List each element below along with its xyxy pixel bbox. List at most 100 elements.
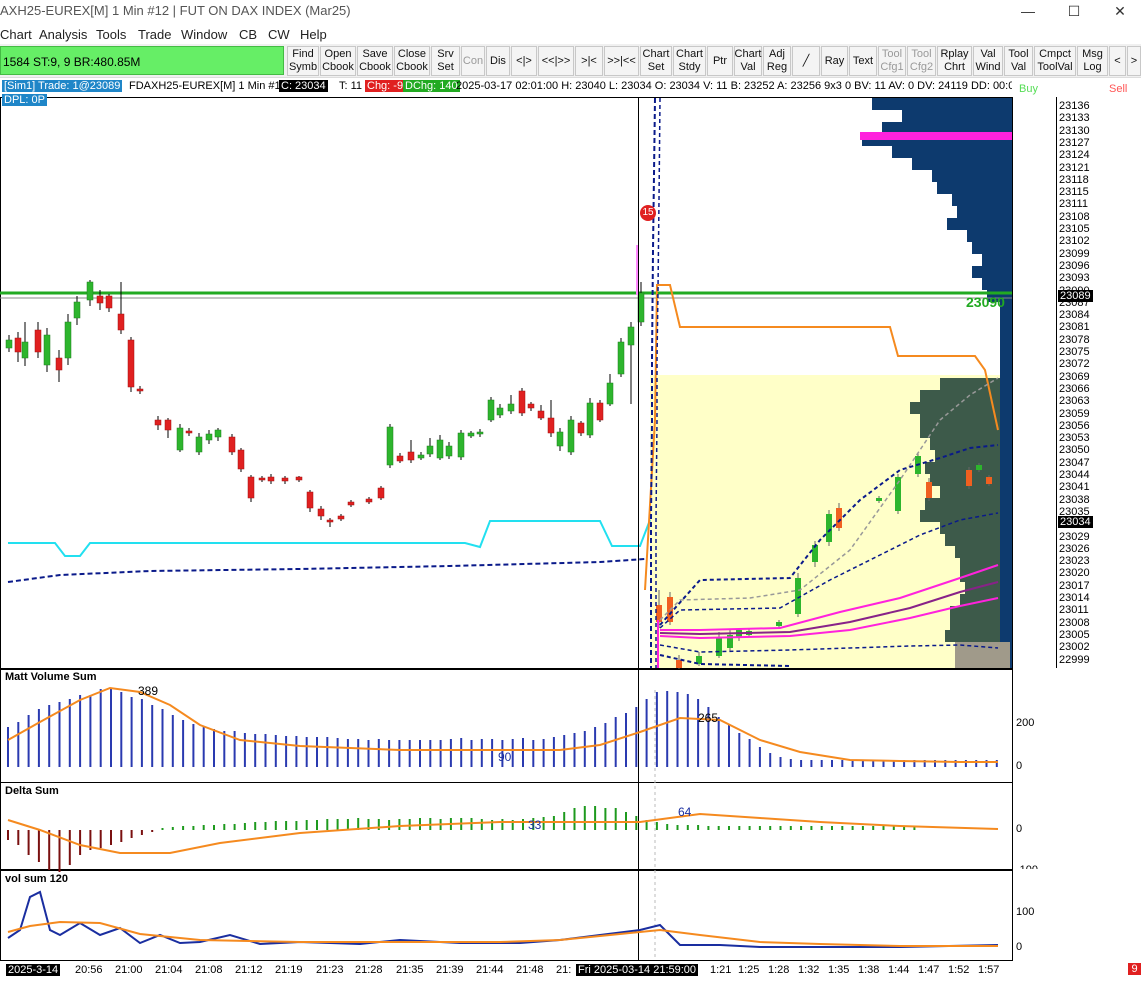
volume-axis-200: 200 bbox=[1016, 717, 1035, 729]
volsum-axis-0: 0 bbox=[1016, 941, 1023, 953]
candlestick bbox=[164, 419, 172, 431]
price-tick-label: 23121 bbox=[1059, 161, 1090, 174]
time-tick-label: 1:35 bbox=[828, 964, 850, 976]
session-profile-bar bbox=[920, 390, 1000, 402]
toolbar-button-16[interactable]: ╱ bbox=[792, 46, 820, 76]
price-tick-label: 23081 bbox=[1059, 321, 1090, 334]
price-tick-label: 23056 bbox=[1059, 419, 1090, 432]
candlestick bbox=[518, 390, 526, 414]
close-icon[interactable]: ✕ bbox=[1097, 0, 1141, 22]
toolbar-button-20[interactable]: Tool Cfg2 bbox=[907, 46, 936, 76]
toolbar-button-19[interactable]: Tool Cfg1 bbox=[878, 46, 906, 76]
time-tick-label: 21:08 bbox=[195, 964, 223, 976]
candlestick bbox=[467, 432, 475, 437]
tick-count-label: T: 11 bbox=[339, 80, 363, 92]
price-tick-label: 23130 bbox=[1059, 124, 1090, 137]
candlestick bbox=[527, 403, 535, 409]
volume-profile-bar bbox=[952, 194, 1012, 206]
candlestick bbox=[417, 454, 425, 459]
toolbar-button-17[interactable]: Ray bbox=[821, 46, 848, 76]
time-tick-label: 21:23 bbox=[316, 964, 344, 976]
candlestick bbox=[195, 436, 203, 453]
time-tick-label: 1:47 bbox=[918, 964, 940, 976]
candlestick bbox=[347, 501, 355, 506]
toolbar-button-25[interactable]: Msg Log bbox=[1077, 46, 1108, 76]
price-tick-label: 23053 bbox=[1059, 432, 1090, 445]
toolbar-button-22[interactable]: Val Wind bbox=[973, 46, 1003, 76]
menu-chart[interactable]: Chart bbox=[0, 27, 32, 42]
time-tick-label: 1:57 bbox=[978, 964, 1000, 976]
time-tick-label: 21:35 bbox=[396, 964, 424, 976]
toolbar-button-6[interactable]: Dis bbox=[486, 46, 510, 76]
buy-label[interactable]: Buy bbox=[1019, 83, 1038, 95]
maximize-icon[interactable]: ☐ bbox=[1051, 0, 1097, 22]
toolbar-button-5[interactable]: Con bbox=[461, 46, 485, 76]
menu-trade[interactable]: Trade bbox=[138, 27, 171, 42]
delta-pane-frame bbox=[0, 782, 1013, 870]
price-tick-label: 23014 bbox=[1059, 592, 1090, 604]
toolbar-button-18[interactable]: Text bbox=[849, 46, 877, 76]
dpl-label: DPL: 0P bbox=[2, 94, 47, 106]
price-tick-label: 23075 bbox=[1059, 346, 1090, 358]
toolbar-button-13[interactable]: Ptr bbox=[707, 46, 733, 76]
price-tick-label: 23008 bbox=[1059, 616, 1090, 629]
toolbar-button-9[interactable]: >|< bbox=[575, 46, 603, 76]
candlestick bbox=[976, 465, 982, 470]
menu-analysis[interactable]: Analysis bbox=[39, 27, 87, 42]
candlestick bbox=[407, 451, 415, 461]
toolbar-button-11[interactable]: Chart Set bbox=[640, 46, 672, 76]
toolbar-button-8[interactable]: <<|>> bbox=[538, 46, 574, 76]
delta-label-2: 64 bbox=[678, 805, 692, 819]
toolbar-button-23[interactable]: Tool Val bbox=[1004, 46, 1033, 76]
time-tick-label: 21:00 bbox=[115, 964, 143, 976]
time-tick-label: 21:12 bbox=[235, 964, 263, 976]
toolbar-button-3[interactable]: Close Cbook bbox=[394, 46, 430, 76]
toolbar-button-10[interactable]: >>|<< bbox=[604, 46, 639, 76]
toolbar-button-2[interactable]: Save Cbook bbox=[357, 46, 393, 76]
menu-window[interactable]: Window bbox=[181, 27, 227, 42]
candlestick bbox=[326, 519, 334, 523]
toolbar-button-24[interactable]: Cmpct ToolVal bbox=[1034, 46, 1076, 76]
toolbar-button-26[interactable]: < bbox=[1109, 46, 1126, 76]
toolbar-button-12[interactable]: Chart Stdy bbox=[673, 46, 706, 76]
menu-tools[interactable]: Tools bbox=[96, 27, 126, 42]
menu-cb[interactable]: CB bbox=[239, 27, 257, 42]
session-profile-bar bbox=[950, 606, 1000, 618]
price-tick-label: 23050 bbox=[1059, 444, 1090, 457]
alert-badge[interactable]: 15 bbox=[640, 205, 656, 221]
session-profile-bar bbox=[920, 414, 1000, 426]
candlestick bbox=[487, 399, 495, 421]
session-profile-bar bbox=[925, 498, 1000, 510]
toolbar-button-7[interactable]: <|> bbox=[511, 46, 537, 76]
toolbar-button-0[interactable]: Find Symb bbox=[287, 46, 319, 76]
price-tick-label: 23111 bbox=[1059, 198, 1088, 211]
volume-profile-bar bbox=[932, 170, 1012, 182]
volume-profile-bar bbox=[972, 266, 1012, 278]
chart-area[interactable] bbox=[0, 79, 1141, 993]
candlestick bbox=[537, 410, 545, 419]
time-tick-label: 21:19 bbox=[275, 964, 303, 976]
price-tick-label: 23093 bbox=[1059, 272, 1090, 285]
candlestick bbox=[586, 402, 594, 436]
toolbar-button-15[interactable]: Adj Reg bbox=[763, 46, 791, 76]
menu-cw[interactable]: CW bbox=[268, 27, 290, 42]
volume-axis-0: 0 bbox=[1016, 760, 1023, 772]
sell-label[interactable]: Sell bbox=[1109, 83, 1127, 95]
toolbar-button-27[interactable]: > bbox=[1127, 46, 1141, 76]
delta-axis-0: 0 bbox=[1016, 823, 1023, 835]
toolbar-button-1[interactable]: Open Cbook bbox=[320, 46, 356, 76]
volume-profile-bar bbox=[912, 158, 1012, 170]
toolbar: 1584 ST:9, 9 BR:480.85M Find Symb Open Cb… bbox=[0, 44, 1141, 78]
menu-help[interactable]: Help bbox=[300, 27, 327, 42]
price-tick-label: 23002 bbox=[1059, 641, 1090, 654]
symbol-label: FDAXH25-EUREX[M] 1 Min #12 bbox=[129, 80, 287, 92]
session-profile-bar bbox=[945, 534, 1000, 546]
minimize-icon[interactable]: — bbox=[1005, 0, 1051, 22]
toolbar-button-4[interactable]: Srv Set bbox=[431, 46, 460, 76]
toolbar-button-14[interactable]: Chart Val bbox=[734, 46, 762, 76]
title-bar: AXH25-EUREX[M] 1 Min #12 | FUT ON DAX IN… bbox=[0, 0, 1141, 22]
toolbar-button-21[interactable]: Rplay Chrt bbox=[937, 46, 972, 76]
price-tick-label: 23059 bbox=[1059, 407, 1090, 420]
price-tick-label: 23084 bbox=[1059, 309, 1090, 322]
price-tick-label: 23099 bbox=[1059, 247, 1090, 260]
